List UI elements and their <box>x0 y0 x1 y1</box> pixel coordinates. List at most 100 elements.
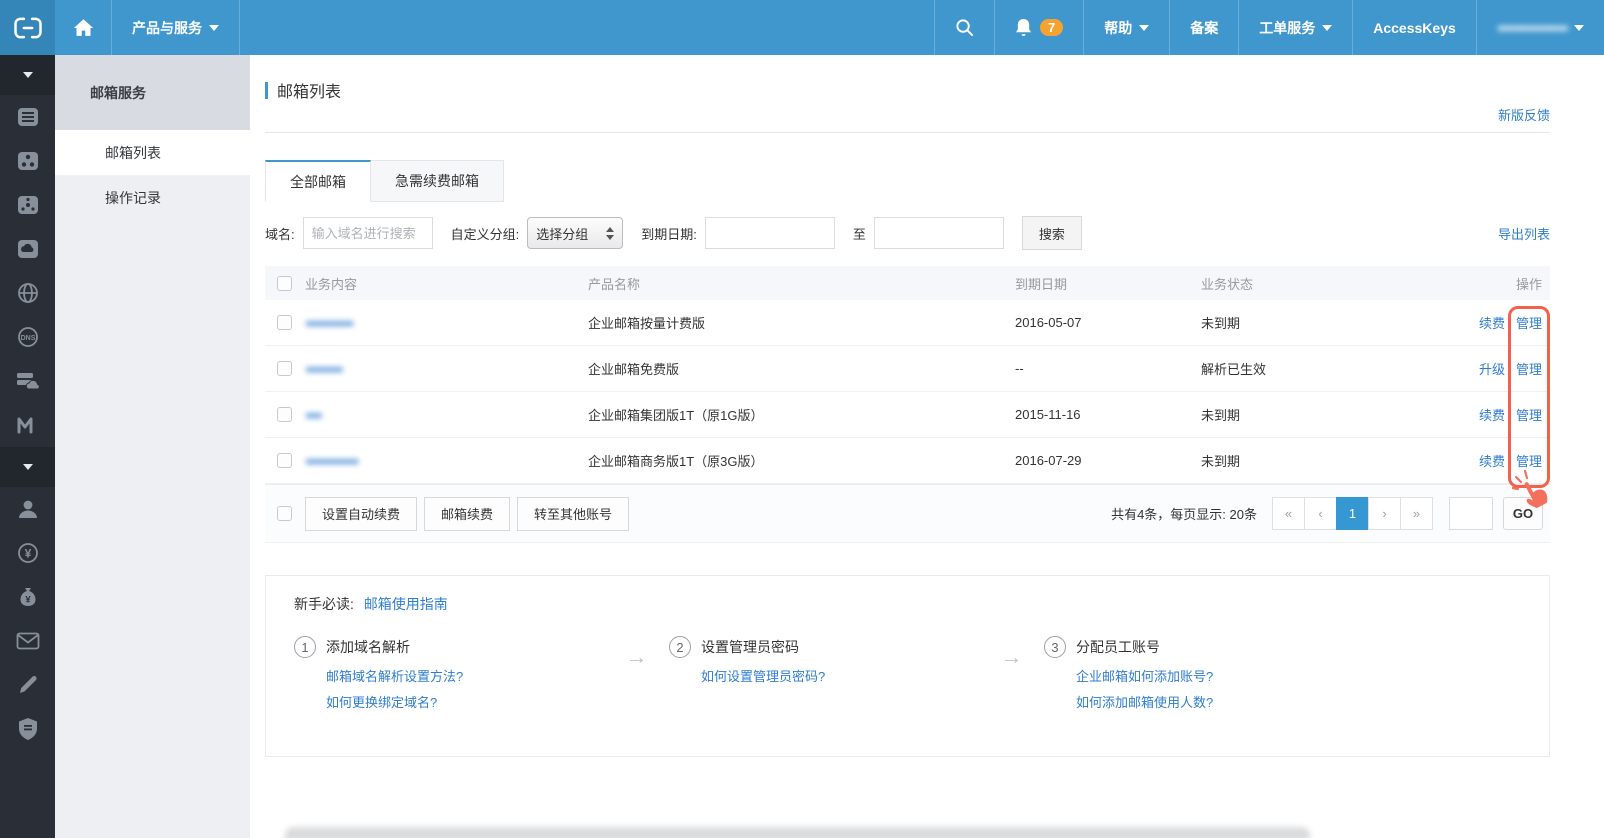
sidebar-item-funds[interactable]: ¥ <box>0 575 55 619</box>
filter-bar: 域名: 自定义分组: 选择分组 到期日期: 至 搜索 导出列表 <box>265 216 1550 250</box>
sidebar-item-user[interactable] <box>0 487 55 531</box>
user-account-menu[interactable]: ●●●●●●●●●●●● <box>1476 0 1604 55</box>
sidebar-item-cloud-app[interactable] <box>0 227 55 271</box>
group-select-value: 选择分组 <box>536 224 600 243</box>
search-icon <box>955 18 974 37</box>
manage-link[interactable]: 管理 <box>1516 359 1542 378</box>
mailbox-renew-button[interactable]: 邮箱续费 <box>424 497 510 531</box>
row-checkbox[interactable] <box>277 361 292 376</box>
step-title: 分配员工账号 <box>1076 636 1213 658</box>
domain-search-input[interactable] <box>303 217 433 249</box>
pagination-summary: 共有4条，每页显示: 20条 <box>1111 504 1257 523</box>
sidebar-item-cloud-storage[interactable] <box>0 359 55 403</box>
manage-link[interactable]: 管理 <box>1516 405 1542 424</box>
sidebar-item-billing[interactable]: ¥ <box>0 531 55 575</box>
expire-date-from-input[interactable] <box>705 217 835 249</box>
chevron-down-icon <box>209 25 219 31</box>
guide-link-dns-setup[interactable]: 邮箱域名解析设置方法? <box>326 664 463 690</box>
select-all-checkbox[interactable] <box>277 276 292 291</box>
search-button[interactable]: 搜索 <box>1022 216 1082 250</box>
manage-link[interactable]: 管理 <box>1516 313 1542 332</box>
search-button[interactable] <box>934 0 994 55</box>
renew-link[interactable]: 续费 <box>1479 313 1505 332</box>
row-checkbox[interactable] <box>277 407 292 422</box>
sidebar-item-domain[interactable] <box>0 271 55 315</box>
renew-link[interactable]: 续费 <box>1479 405 1505 424</box>
blurred-domain-link[interactable]: ●●●●●●●●●● <box>305 454 357 468</box>
accesskeys-link[interactable]: AccessKeys <box>1352 0 1476 55</box>
table-footer: 设置自动续费 邮箱续费 转至其他账号 共有4条，每页显示: 20条 « ‹ 1 … <box>265 484 1550 543</box>
server-icon <box>16 106 40 128</box>
export-list-link[interactable]: 导出列表 <box>1498 224 1550 243</box>
page-last-button[interactable]: » <box>1400 497 1433 530</box>
page-number-1[interactable]: 1 <box>1336 497 1369 530</box>
chevron-down-icon <box>1139 25 1149 31</box>
page-next-button[interactable]: › <box>1368 497 1401 530</box>
go-button[interactable]: GO <box>1503 497 1543 530</box>
sidebar-item-nodes[interactable] <box>0 139 55 183</box>
select-all-checkbox[interactable] <box>277 506 292 521</box>
help-label: 帮助 <box>1104 18 1132 38</box>
sidebar-item-operation-log[interactable]: 操作记录 <box>55 175 250 220</box>
step-number-badge: 3 <box>1044 636 1066 658</box>
share-icon <box>16 194 40 216</box>
expire-date-to-input[interactable] <box>874 217 1004 249</box>
bell-icon <box>1015 18 1032 37</box>
beian-link[interactable]: 备案 <box>1169 0 1238 55</box>
sub-sidebar-header: 邮箱服务 <box>55 55 250 130</box>
help-menu[interactable]: 帮助 <box>1083 0 1169 55</box>
page-jump-input[interactable] <box>1449 497 1493 530</box>
notifications-button[interactable]: 7 <box>994 0 1083 55</box>
sidebar-item-m-service[interactable] <box>0 403 55 447</box>
aliyun-logo-icon[interactable] <box>0 0 55 55</box>
yuan-icon: ¥ <box>16 541 40 565</box>
sidebar-item-mail-list[interactable]: 邮箱列表 <box>55 130 250 175</box>
home-icon[interactable] <box>55 0 112 55</box>
table-header-row: 业务内容 产品名称 到期日期 业务状态 操作 <box>265 266 1550 300</box>
feedback-link[interactable]: 新版反馈 <box>1498 105 1550 124</box>
sidebar-item-dns[interactable]: DNS <box>0 315 55 359</box>
money-bag-icon: ¥ <box>16 585 40 609</box>
renew-link[interactable]: 续费 <box>1479 451 1505 470</box>
sidebar-item-share[interactable] <box>0 183 55 227</box>
row-checkbox[interactable] <box>277 453 292 468</box>
page-first-button[interactable]: « <box>1272 497 1305 530</box>
blurred-domain-link[interactable]: ●●● <box>305 408 321 422</box>
guide-link-add-account[interactable]: 企业邮箱如何添加账号? <box>1076 664 1213 690</box>
tickets-menu[interactable]: 工单服务 <box>1238 0 1352 55</box>
guide-step-1: 1 添加域名解析 邮箱域名解析设置方法? 如何更换绑定域名? <box>294 636 604 716</box>
page-title-text: 邮箱列表 <box>277 78 341 102</box>
mailbox-guide-link[interactable]: 邮箱使用指南 <box>364 596 448 612</box>
transfer-account-button[interactable]: 转至其他账号 <box>517 497 629 531</box>
sidebar-collapse-bottom[interactable] <box>0 447 55 487</box>
upgrade-link[interactable]: 升级 <box>1479 359 1505 378</box>
to-label: 至 <box>853 224 866 243</box>
product-name: 企业邮箱集团版1T（原1G版） <box>588 405 1015 424</box>
tab-all-mailboxes[interactable]: 全部邮箱 <box>265 160 371 202</box>
topbar: 产品与服务 7 帮助 <box>0 0 1604 55</box>
expire-date: -- <box>1015 361 1201 376</box>
arrow-right-icon: → <box>604 636 669 716</box>
page-prev-button[interactable]: ‹ <box>1304 497 1337 530</box>
nav-products[interactable]: 产品与服务 <box>112 0 240 55</box>
guide-link-admin-password[interactable]: 如何设置管理员密码? <box>701 664 825 690</box>
row-checkbox[interactable] <box>277 315 292 330</box>
sidebar-item-messages[interactable] <box>0 619 55 663</box>
bottom-shadow-bar <box>285 827 1310 838</box>
group-select[interactable]: 选择分组 <box>527 217 623 249</box>
auto-renew-button[interactable]: 设置自动续费 <box>305 497 417 531</box>
mail-icon <box>16 632 40 650</box>
blurred-domain-link[interactable]: ●●●●●●●●● <box>305 316 352 330</box>
manage-link[interactable]: 管理 <box>1516 451 1542 470</box>
expire-date: 2016-07-29 <box>1015 453 1201 468</box>
console-screen: 产品与服务 7 帮助 <box>0 0 1604 838</box>
sidebar-item-edit[interactable] <box>0 663 55 707</box>
tab-renewal-needed[interactable]: 急需续费邮箱 <box>371 160 504 202</box>
guide-link-change-domain[interactable]: 如何更换绑定域名? <box>326 690 463 716</box>
blurred-domain-link[interactable]: ●●●●●●● <box>305 362 342 376</box>
guide-link-add-users[interactable]: 如何添加邮箱使用人数? <box>1076 690 1213 716</box>
col-header-actions: 操作 <box>1431 274 1550 293</box>
sidebar-item-security[interactable] <box>0 707 55 751</box>
sidebar-item-server[interactable] <box>0 95 55 139</box>
sidebar-collapse-top[interactable] <box>0 55 55 95</box>
